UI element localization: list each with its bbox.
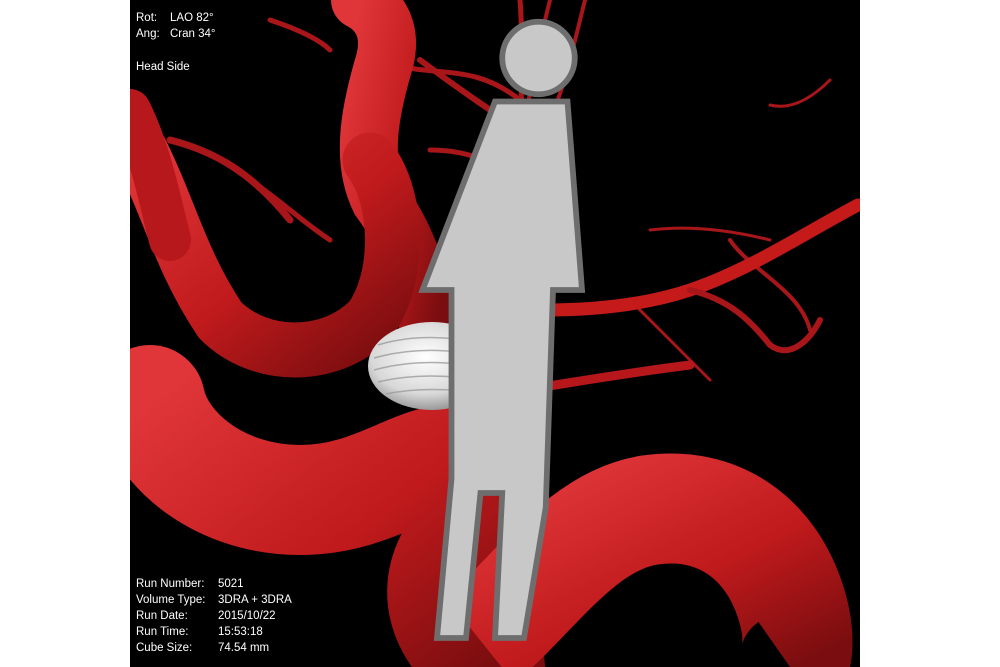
standing-figure-icon[interactable]: [130, 0, 860, 667]
3d-volume-viewport[interactable]: Rot: LAO 82° Ang: Cran 34° Head Side Run…: [130, 0, 860, 667]
app-frame: Rot: LAO 82° Ang: Cran 34° Head Side Run…: [0, 0, 1000, 667]
